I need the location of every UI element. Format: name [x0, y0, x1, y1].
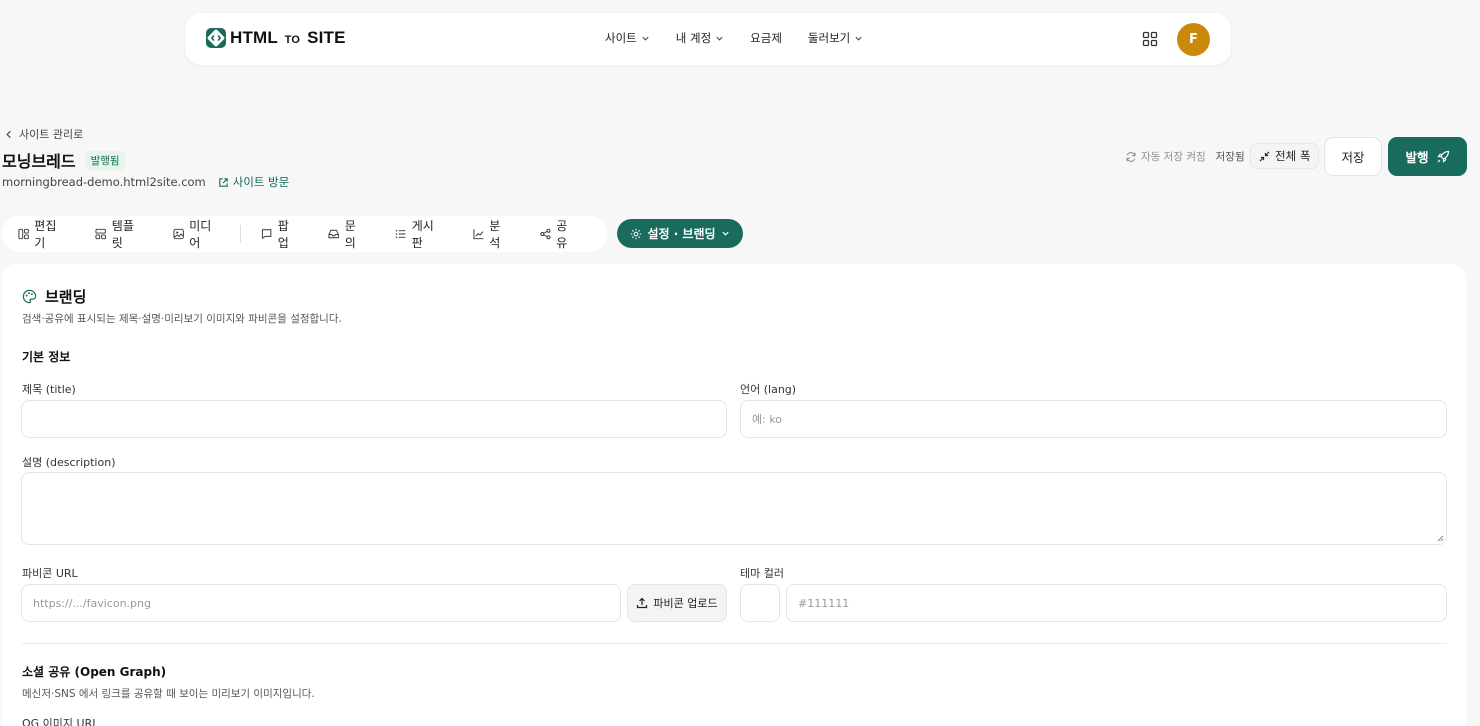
share-icon	[540, 228, 551, 240]
menu-pricing[interactable]: 요금제	[750, 30, 782, 46]
description-label: 설명 (description)	[22, 456, 116, 469]
chevron-down-icon	[721, 231, 729, 236]
chevron-down-icon	[642, 36, 649, 41]
title-label: 제목 (title)	[22, 383, 76, 396]
lang-input[interactable]: 예: ko	[740, 400, 1447, 438]
site-title-row: 모닝브레드 발행됨	[2, 148, 125, 172]
popup-icon	[262, 229, 272, 240]
back-link[interactable]: 사이트 관리로	[5, 126, 83, 142]
tab-popup[interactable]: 팝업	[261, 217, 298, 251]
tab-board[interactable]: 게시판	[395, 217, 442, 251]
chevron-left-icon	[6, 130, 11, 138]
top-navbar: HTML TO SITE 사이트 내 계정 요금제 둘러보기 F	[185, 13, 1231, 65]
logo-text: HTML TO SITE	[230, 28, 346, 47]
gear-icon	[631, 228, 642, 239]
palette-icon	[22, 289, 37, 304]
tab-inquiries[interactable]: 문의	[328, 217, 365, 251]
autosave-label[interactable]: 자동 저장 켜짐	[1141, 149, 1206, 164]
favicon-upload-label: 파비콘 업로드	[653, 597, 718, 610]
saved-label: 저장됨	[1215, 151, 1245, 163]
logo[interactable]: HTML TO SITE	[205, 27, 346, 49]
logo-icon	[206, 28, 226, 48]
avatar[interactable]: F	[1177, 23, 1210, 56]
menu-account-label: 내 계정	[675, 31, 712, 45]
title-input[interactable]	[21, 400, 727, 438]
chart-icon	[473, 229, 484, 240]
branding-description: 검색·공유에 표시되는 제목·설명·미리보기 이미지와 파비콘을 설정합니다.	[22, 313, 342, 325]
site-url-row: morningbread-demo.html2site.com 사이트 방문	[2, 174, 289, 190]
tab-editor[interactable]: 편집기	[18, 217, 65, 251]
og-image-label: OG 이미지 URL	[22, 717, 99, 726]
tab-popup-label: 팝업	[277, 219, 289, 250]
inbox-icon	[328, 229, 340, 239]
chevron-down-icon	[716, 36, 723, 41]
tab-templates-label: 템플릿	[111, 219, 134, 250]
page-title: 모닝브레드	[2, 152, 76, 171]
grid-icon	[1142, 31, 1158, 47]
menu-explore[interactable]: 둘러보기	[808, 30, 863, 46]
favicon-label: 파비콘 URL	[22, 567, 78, 580]
description-textarea[interactable]	[21, 472, 1447, 545]
og-description: 메신저·SNS 에서 링크를 공유할 때 보이는 미리보기 이미지입니다.	[22, 688, 315, 700]
publish-label: 발행	[1405, 150, 1429, 165]
tab-media[interactable]: 미디어	[173, 217, 220, 251]
menu-account[interactable]: 내 계정	[676, 30, 724, 46]
section-divider	[22, 643, 1447, 644]
tab-divider	[240, 225, 242, 243]
favicon-url-input[interactable]: https://.../favicon.png	[21, 584, 621, 622]
site-domain: morningbread-demo.html2site.com	[2, 175, 206, 189]
theme-color-label: 테마 컬러	[740, 567, 784, 580]
favicon-upload-button[interactable]: 파비콘 업로드	[627, 584, 727, 622]
branding-title: 브랜딩	[45, 288, 87, 306]
media-icon	[173, 228, 184, 240]
visit-site-link[interactable]: 사이트 방문	[218, 174, 290, 190]
publish-button[interactable]: 발행	[1388, 137, 1467, 176]
tab-share[interactable]: 공유	[540, 217, 577, 251]
tab-share-label: 공유	[556, 219, 568, 250]
tab-settings-branding[interactable]: 설정 · 브랜딩	[617, 219, 743, 248]
back-link-label: 사이트 관리로	[19, 128, 84, 141]
apps-grid-button[interactable]	[1142, 31, 1158, 47]
menu-sites-label: 사이트	[605, 31, 637, 45]
tab-templates[interactable]: 템플릿	[95, 217, 142, 251]
menu-sites[interactable]: 사이트	[605, 30, 650, 46]
tab-analytics-label: 분석	[489, 219, 501, 250]
branding-card: 브랜딩 검색·공유에 표시되는 제목·설명·미리보기 이미지와 파비콘을 설정합…	[2, 264, 1466, 726]
chevron-down-icon	[855, 36, 862, 41]
editor-icon	[18, 228, 29, 240]
status-badge: 발행됨	[85, 150, 125, 170]
fullwidth-toggle-button[interactable]: 전체 폭	[1250, 143, 1320, 169]
tab-media-label: 미디어	[189, 219, 212, 250]
upload-icon	[637, 597, 648, 609]
save-button[interactable]: 저장	[1324, 137, 1382, 176]
tab-board-label: 게시판	[411, 219, 434, 250]
list-icon	[396, 229, 406, 239]
tab-inquiries-label: 문의	[344, 219, 356, 250]
resize-grip-icon[interactable]	[1436, 534, 1444, 542]
template-icon	[95, 228, 107, 240]
minimize-icon	[1259, 151, 1270, 161]
tab-analytics[interactable]: 분석	[473, 217, 510, 251]
branding-header: 브랜딩	[22, 286, 86, 307]
rocket-icon	[1436, 150, 1449, 163]
theme-color-swatch[interactable]	[740, 584, 780, 622]
og-heading: 소셜 공유 (Open Graph)	[22, 665, 167, 679]
lang-label: 언어 (lang)	[740, 383, 797, 396]
basic-info-heading: 기본 정보	[22, 350, 71, 364]
menu-pricing-label: 요금제	[750, 31, 782, 45]
fullwidth-label: 전체 폭	[1275, 149, 1311, 163]
theme-color-input[interactable]: #111111	[786, 584, 1447, 622]
tab-settings-label: 설정 · 브랜딩	[647, 227, 716, 241]
main-menu: 사이트 내 계정 요금제 둘러보기	[605, 30, 889, 46]
menu-explore-label: 둘러보기	[807, 31, 851, 45]
visit-site-label: 사이트 방문	[232, 175, 290, 189]
section-tabs: 편집기 템플릿 미디어 팝업 문의 게시판 분석 공유	[2, 216, 607, 252]
tab-editor-label: 편집기	[34, 219, 57, 250]
external-link-icon	[219, 177, 228, 187]
save-status: 자동 저장 켜짐 저장됨	[1125, 149, 1245, 164]
refresh-icon	[1126, 151, 1136, 162]
